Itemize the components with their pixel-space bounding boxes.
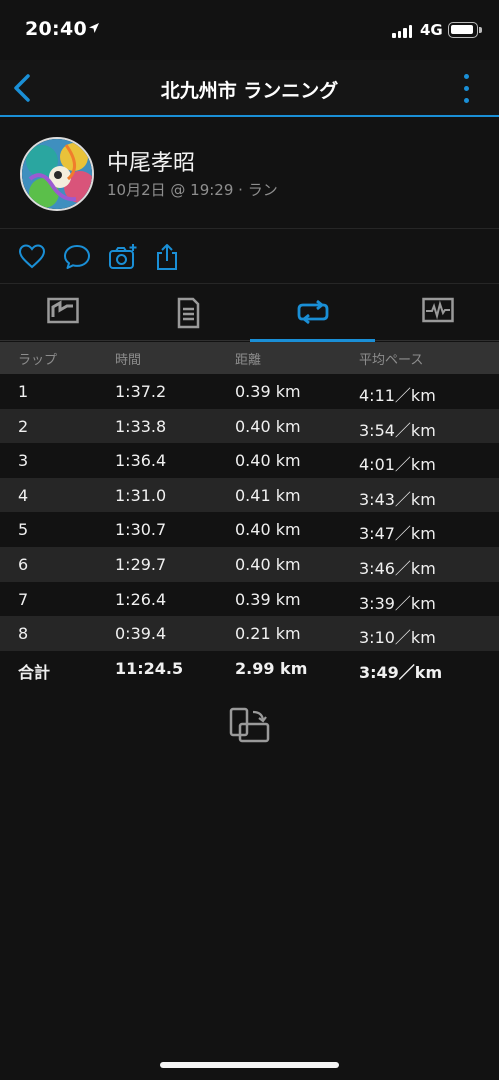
rotate-button[interactable] [228,706,272,746]
activity-laps-screen: 20:40 4G 北九州市 ランニング 中尾孝昭 10月2日 @ 19:29 ·… [0,0,499,1080]
lap-distance: 0.39 km [235,589,301,609]
total-pace: 3:49／km [359,662,443,682]
lap-time: 1:37.2 [115,382,167,401]
avatar[interactable] [20,137,94,211]
tab-laps[interactable] [250,285,375,342]
chart-summary-icon [47,297,79,324]
heart-icon [18,244,46,269]
lap-pace: 3:47／km [359,524,436,544]
lap-distance: 0.40 km [235,416,301,436]
table-row[interactable]: 1 1:37.2 0.39 km 4:11／km [0,374,499,409]
lap-number: 5 [18,520,29,540]
rotate-device-icon [229,707,270,743]
share-button[interactable] [153,243,181,271]
nav-bar: 北九州市 ランニング [0,60,499,117]
header-lap: ラップ [18,353,58,368]
total-distance: 2.99 km [235,658,308,678]
laps-table: ラップ 時間 距離 平均ペース 1 1:37.2 0.39 km 4:11／km… [0,342,499,686]
tab-stats[interactable] [125,285,250,341]
camera-plus-icon [109,244,137,269]
lap-number: 1 [18,382,29,401]
lap-time: 1:31.0 [115,485,167,505]
lap-pace: 3:46／km [359,558,436,578]
total-time: 11:24.5 [115,658,184,678]
tab-charts[interactable] [375,285,499,341]
lap-distance: 0.21 km [235,624,301,644]
status-bar: 20:40 4G [0,0,499,60]
activity-date-type: 10月2日 @ 19:29 · ラン [107,181,278,199]
share-icon [157,244,177,270]
lap-time: 1:33.8 [115,416,167,436]
table-row[interactable]: 6 1:29.7 0.40 km 3:46／km [0,546,499,582]
graph-monitor-icon [422,297,454,323]
action-bar [0,230,499,284]
comment-icon [64,245,90,269]
table-row[interactable]: 2 1:33.8 0.40 km 3:54／km [0,408,499,444]
table-row[interactable]: 5 1:30.7 0.40 km 3:47／km [0,512,499,547]
lap-pace: 3:10／km [359,628,436,648]
lap-time: 1:29.7 [115,554,167,574]
laps-loop-icon [297,299,329,325]
total-row: 合計 11:24.5 2.99 km 3:49／km [0,650,499,686]
status-time: 20:40 [25,18,87,40]
lap-time: 1:36.4 [115,451,167,471]
activity-tabs [0,285,499,342]
more-options-button[interactable] [457,72,477,106]
total-label: 合計 [18,662,51,682]
lap-distance: 0.41 km [235,485,301,505]
lap-distance: 0.40 km [235,554,301,574]
lap-number: 8 [18,624,29,644]
add-photo-button[interactable] [108,243,137,271]
user-name[interactable]: 中尾孝昭 [107,145,195,177]
signal-strength-icon [392,24,412,38]
lap-pace: 4:11／km [359,386,436,405]
table-row[interactable]: 3 1:36.4 0.40 km 4:01／km [0,443,499,478]
document-list-icon [177,297,200,329]
lap-number: 7 [18,589,29,609]
lap-number: 3 [18,451,29,471]
lap-number: 6 [18,554,29,574]
location-arrow-icon [89,23,99,33]
table-row[interactable]: 8 0:39.4 0.21 km 3:10／km [0,616,499,651]
lap-number: 4 [18,485,29,505]
header-time: 時間 [115,353,142,368]
table-row[interactable]: 7 1:26.4 0.39 km 3:39／km [0,581,499,617]
lap-distance: 0.39 km [235,382,301,401]
table-header: ラップ 時間 距離 平均ペース [0,342,499,374]
network-type: 4G [420,21,443,39]
battery-icon [448,22,482,38]
lap-distance: 0.40 km [235,451,301,471]
lap-pace: 3:39／km [359,593,436,613]
lap-time: 1:26.4 [115,589,167,609]
lap-time: 0:39.4 [115,624,167,644]
home-indicator[interactable] [160,1062,339,1068]
avatar-image [22,139,92,209]
header-avg-pace: 平均ペース [359,353,424,368]
tab-summary[interactable] [0,285,125,341]
lap-pace: 4:01／km [359,455,436,475]
comment-button[interactable] [63,243,91,271]
lap-pace: 3:43／km [359,489,436,509]
like-button[interactable] [18,243,46,271]
lap-time: 1:30.7 [115,520,167,540]
activity-header: 中尾孝昭 10月2日 @ 19:29 · ラン [0,119,499,229]
lap-distance: 0.40 km [235,520,301,540]
header-distance: 距離 [235,353,262,368]
table-row[interactable]: 4 1:31.0 0.41 km 3:43／km [0,477,499,513]
page-title: 北九州市 ランニング [160,80,339,102]
lap-pace: 3:54／km [359,420,436,440]
lap-number: 2 [18,416,29,436]
